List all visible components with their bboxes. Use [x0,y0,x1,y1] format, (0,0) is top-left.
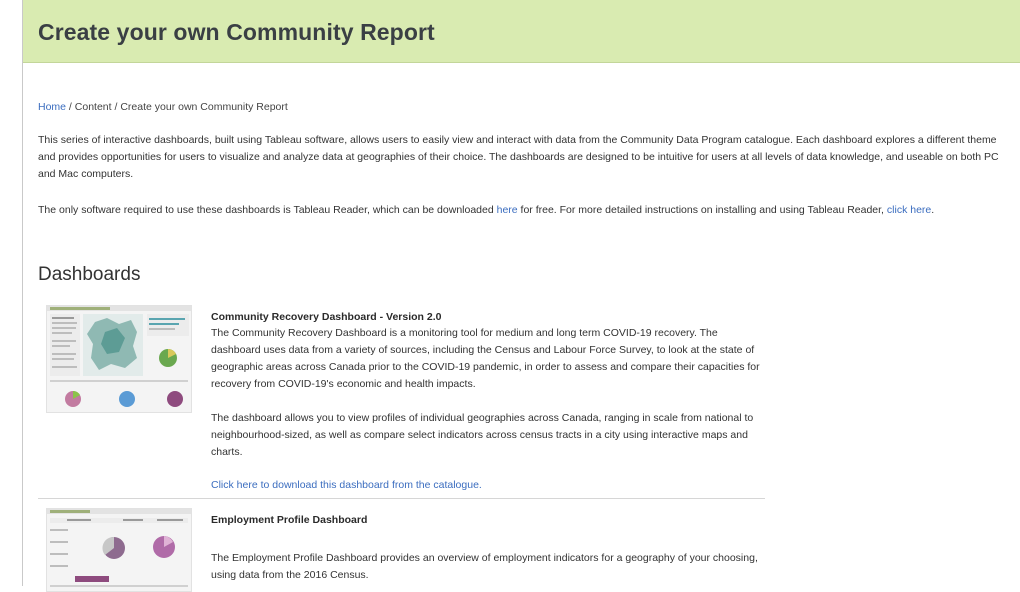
dashboard-card-employment-profile: Employment Profile Dashboard The Employm… [38,505,765,592]
employment-profile-thumbnail[interactable] [46,508,192,592]
community-recovery-thumbnail[interactable] [46,305,192,413]
breadcrumb-separator: / [66,101,75,113]
dashboard-description: The Community Recovery Dashboard is a mo… [211,327,760,390]
breadcrumb-current: Create your own Community Report [120,101,288,113]
breadcrumb-content: Content [74,101,112,113]
tableau-instructions-link[interactable]: click here [887,204,931,216]
tableau-reader-download-link[interactable]: here [497,204,518,216]
software-text: The only software required to use these … [38,204,497,216]
software-paragraph: The only software required to use these … [38,202,1008,219]
breadcrumb-separator: / [111,101,121,113]
dashboard-card-community-recovery: Community Recovery Dashboard - Version 2… [38,302,765,499]
dashboards-heading: Dashboards [38,264,141,285]
dashboard-description: The Employment Profile Dashboard provide… [211,552,758,581]
download-dashboard-link[interactable]: Click here to download this dashboard fr… [211,479,482,491]
dashboard-title: Employment Profile Dashboard [211,514,368,526]
software-text: for free. For more detailed instructions… [517,204,887,216]
intro-paragraph: This series of interactive dashboards, b… [38,134,999,180]
software-text: . [931,204,935,216]
breadcrumb: Home / Content / Create your own Communi… [38,101,288,113]
page-title: Create your own Community Report [38,19,435,45]
dashboard-preview-image [47,306,191,407]
page-left-border [22,0,23,586]
dashboard-description: The dashboard allows you to view profile… [211,412,754,458]
dashboard-preview-image [47,509,191,587]
dashboard-title: Community Recovery Dashboard - Version 2… [211,311,442,323]
breadcrumb-home-link[interactable]: Home [38,101,66,113]
page-header-banner: Create your own Community Report [23,0,1020,63]
